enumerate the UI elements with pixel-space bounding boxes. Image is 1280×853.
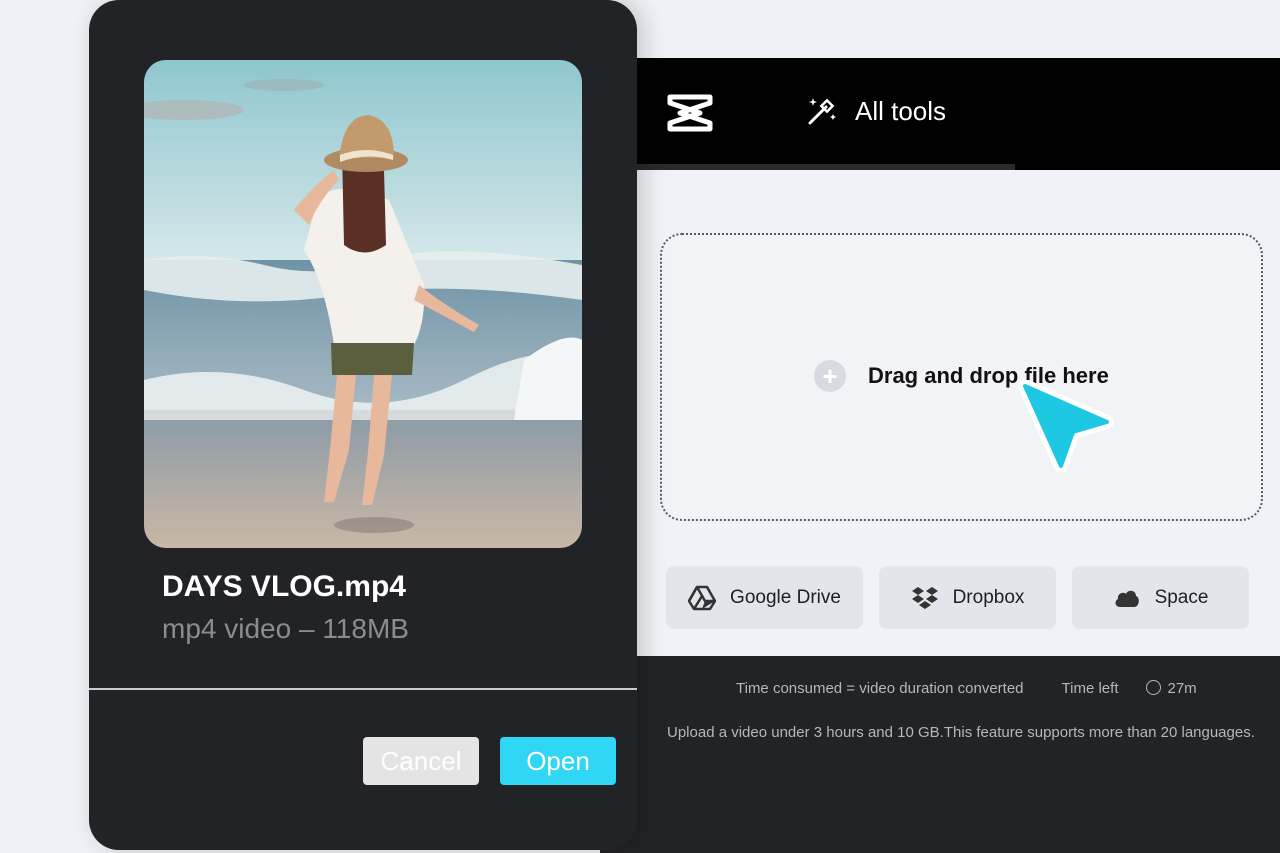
capcut-logo-icon[interactable] [666,93,714,133]
google-drive-button[interactable]: Google Drive [666,566,863,629]
video-thumbnail [144,60,582,548]
plus-icon: + [814,360,846,392]
dropbox-button[interactable]: Dropbox [879,566,1056,629]
google-drive-icon [688,585,717,610]
drop-zone[interactable]: + Drag and drop file here [660,233,1263,521]
upload-area: + Drag and drop file here Google Drive D… [600,170,1280,656]
file-name: DAYS VLOG.mp4 [162,570,406,603]
file-meta: mp4 video – 118MB [162,613,409,644]
time-left-value: 27m [1167,680,1197,697]
file-preview-dialog: DAYS VLOG.mp4 mp4 video – 118MB Cancel O… [89,0,637,850]
upload-sources: Google Drive Dropbox Space [666,566,1249,629]
magic-wand-icon [808,98,836,125]
space-label: Space [1154,586,1209,608]
top-navigation-bar: All tools [600,58,1280,170]
dropbox-label: Dropbox [952,586,1025,608]
dropbox-icon [911,586,938,609]
time-consumed-text: Time consumed = video duration converted [736,680,1024,697]
open-button[interactable]: Open [500,737,616,785]
usage-info-footer: Time consumed = video duration converted… [600,656,1280,853]
cancel-button[interactable]: Cancel [363,737,479,785]
space-button[interactable]: Space [1072,566,1249,629]
all-tools-button[interactable]: All tools [805,94,946,128]
cursor-pointer-icon [1018,380,1114,472]
dialog-divider [89,688,637,690]
upload-limits-text: Upload a video under 3 hours and 10 GB.T… [667,724,1255,741]
beach-photo [144,60,582,548]
time-left-label: Time left [1061,680,1119,697]
time-info-row: Time consumed = video duration converted… [736,680,1197,697]
google-drive-label: Google Drive [730,586,841,608]
all-tools-label: All tools [855,95,947,126]
clock-icon [1146,680,1162,695]
upload-app: All tools + Drag and drop file here Goog… [600,58,1280,853]
cloud-icon [1115,590,1139,607]
